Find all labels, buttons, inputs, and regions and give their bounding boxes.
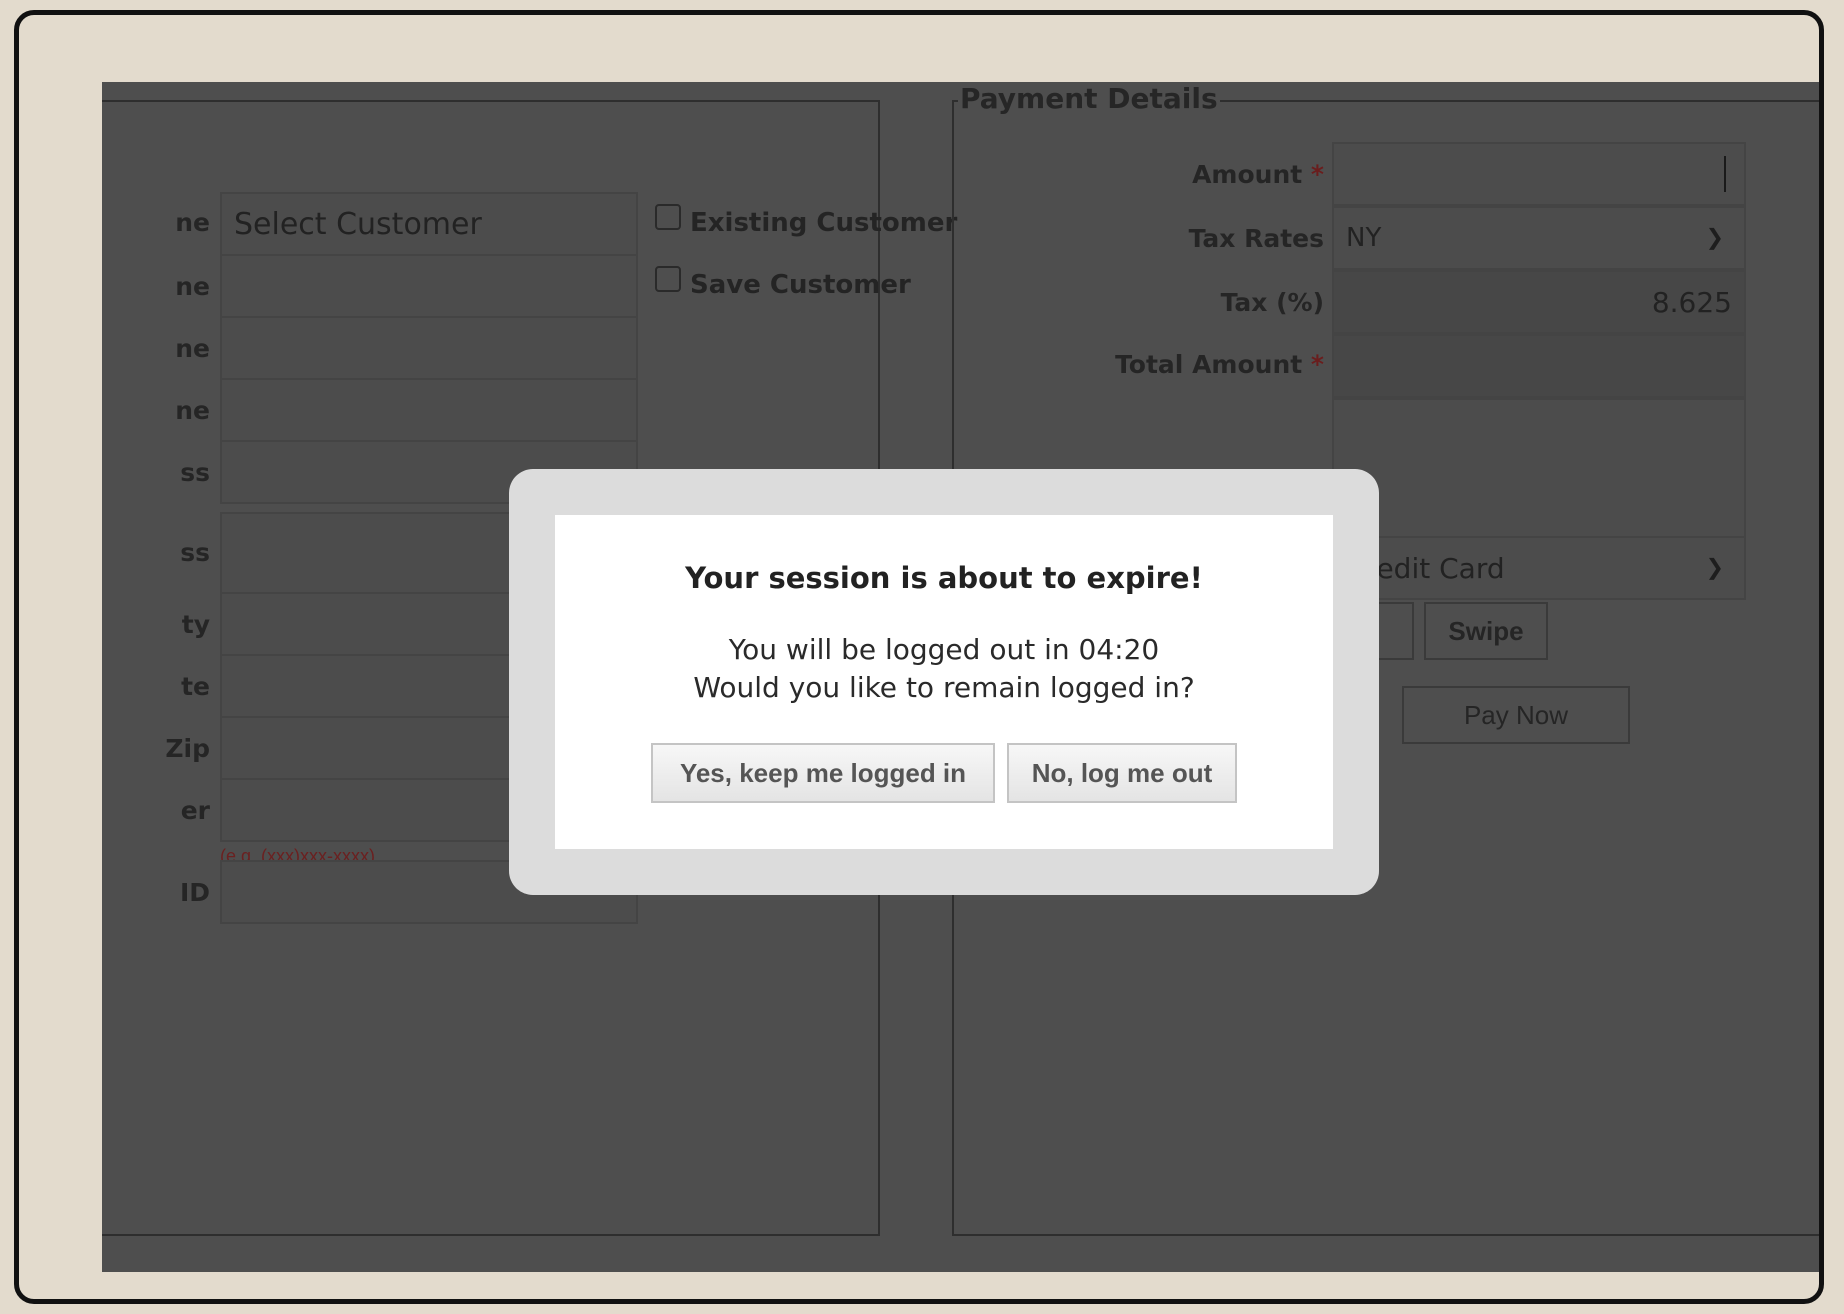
chevron-down-icon: ❯ <box>1705 225 1724 251</box>
customer-select-value: Select Customer <box>234 206 482 242</box>
notes-textarea[interactable] <box>1332 398 1746 544</box>
field-label-customer-id: ID <box>179 878 210 907</box>
keep-logged-in-button[interactable]: Yes, keep me logged in <box>651 743 995 803</box>
logout-countdown-text: You will be logged out in 04:20 <box>728 633 1160 666</box>
payment-legend: Payment Details <box>958 82 1220 115</box>
remain-logged-in-question: Would you like to remain logged in? <box>693 671 1195 704</box>
countdown-value: 04:20 <box>1078 633 1160 666</box>
save-customer-label: Save Customer <box>690 270 911 300</box>
field-label-last-name: ne <box>175 334 210 363</box>
app-frame: ne Select Customer Existing Customer ne … <box>14 10 1824 1304</box>
session-timeout-title: Your session is about to expire! <box>685 561 1203 595</box>
field-label-city: ty <box>181 610 210 639</box>
tax-percent-value: 8.625 <box>1651 285 1732 319</box>
payment-method-select[interactable]: Credit Card ❯ <box>1332 536 1746 600</box>
tax-percent-label: Tax (%) <box>1220 288 1324 317</box>
tax-rates-label: Tax Rates <box>1188 224 1324 253</box>
total-amount-label: Total Amount * <box>1115 350 1324 379</box>
field-label-first-name: ne <box>175 272 210 301</box>
tax-rates-value: NY <box>1346 223 1382 253</box>
existing-customer-checkbox[interactable] <box>655 204 681 230</box>
field-label-phone-number: er <box>180 796 210 825</box>
field-label-email-address: ss <box>180 458 210 487</box>
save-customer-checkbox[interactable] <box>655 266 681 292</box>
chevron-down-icon: ❯ <box>1705 555 1724 581</box>
total-amount-input[interactable] <box>1332 334 1746 398</box>
field-label-zip: Zip <box>165 734 210 763</box>
tax-percent-input[interactable]: 8.625 <box>1332 270 1746 334</box>
amount-label: Amount * <box>1192 160 1324 189</box>
tax-rates-select[interactable]: NY ❯ <box>1332 206 1746 270</box>
company-name-input[interactable] <box>220 378 638 442</box>
session-timeout-content: Your session is about to expire! You wil… <box>555 515 1333 849</box>
field-label-state: te <box>181 672 210 701</box>
text-cursor <box>1724 156 1726 192</box>
pay-now-button[interactable]: Pay Now <box>1402 686 1630 744</box>
field-label-customer-name: ne <box>175 208 210 237</box>
session-timeout-dialog: Your session is about to expire! You wil… <box>509 469 1379 895</box>
swipe-button[interactable]: Swipe <box>1424 602 1548 660</box>
first-name-input[interactable] <box>220 254 638 318</box>
last-name-input[interactable] <box>220 316 638 380</box>
existing-customer-label: Existing Customer <box>690 208 958 238</box>
amount-input[interactable] <box>1332 142 1746 206</box>
field-label-company-name: ne <box>175 396 210 425</box>
customer-select[interactable]: Select Customer <box>220 192 638 256</box>
log-out-button[interactable]: No, log me out <box>1007 743 1237 803</box>
field-label-address: ss <box>180 538 210 567</box>
